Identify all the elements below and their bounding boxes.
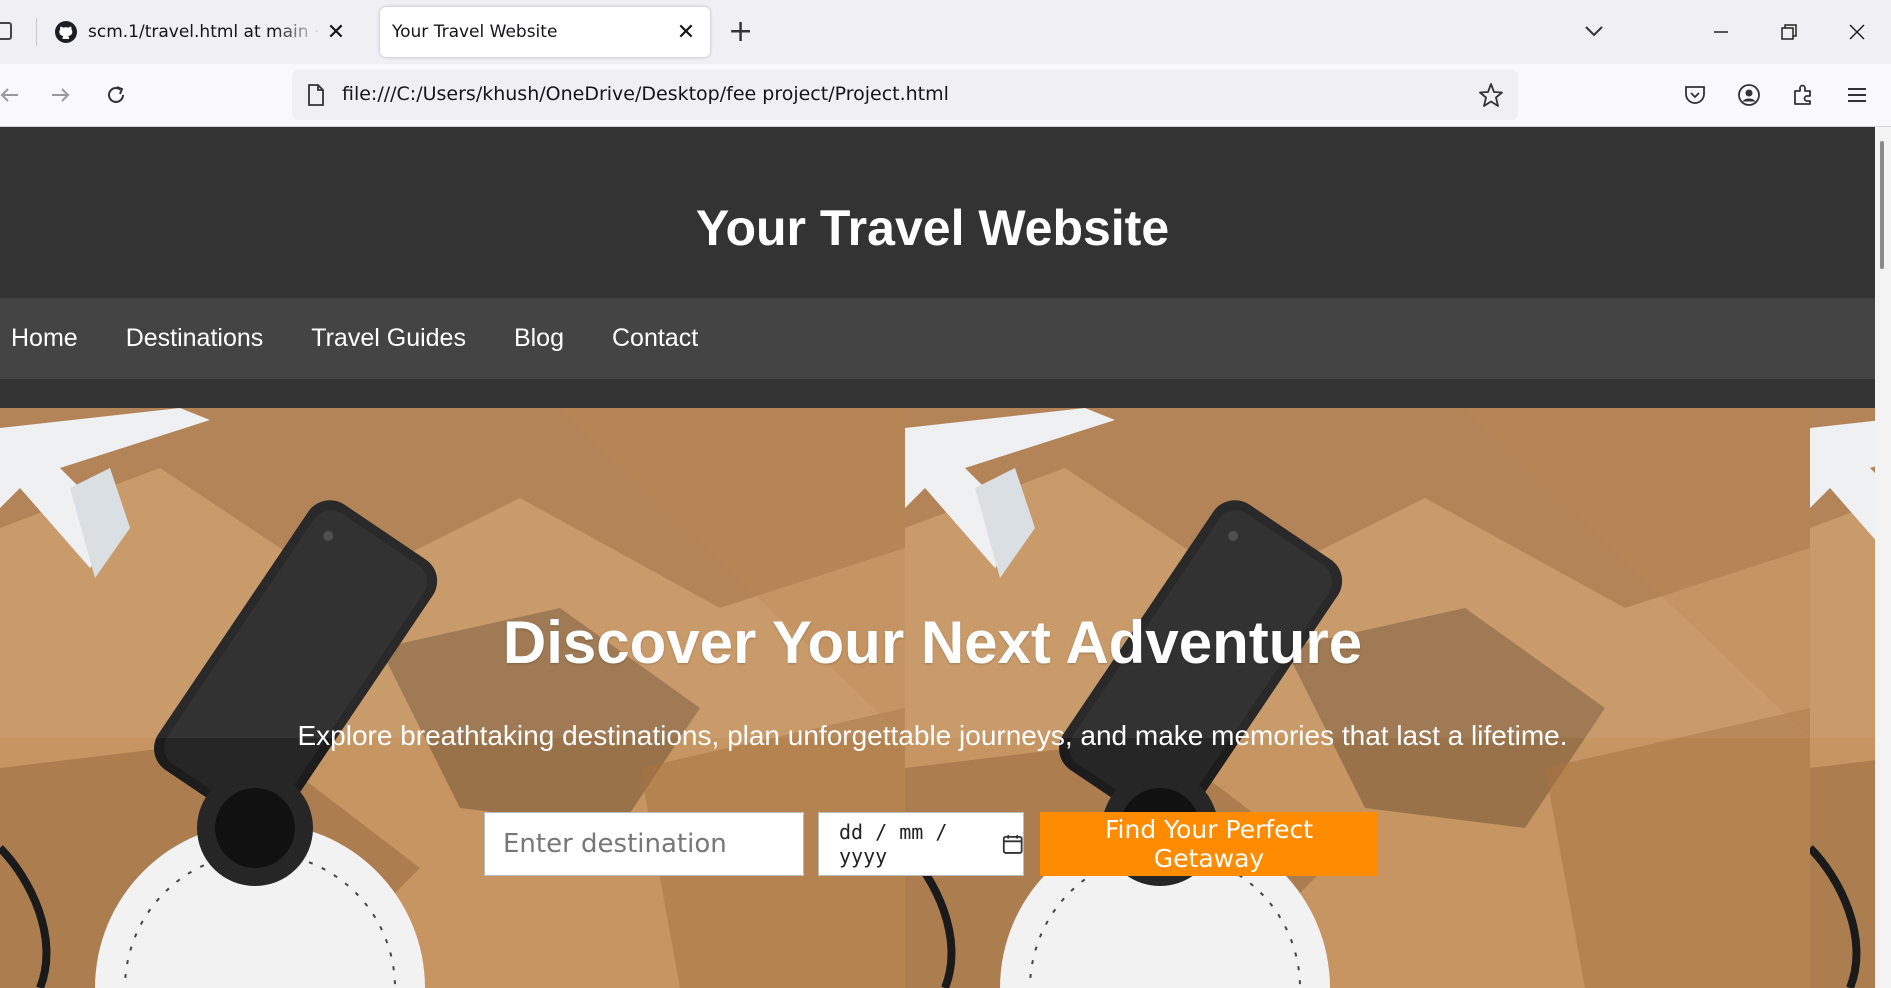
close-window-icon[interactable]: [1830, 12, 1884, 52]
restore-icon[interactable]: [1762, 12, 1816, 52]
minimize-icon[interactable]: [1694, 12, 1748, 52]
scrollbar-thumb[interactable]: [1880, 141, 1884, 269]
tab-travel-website[interactable]: Your Travel Website ✕: [380, 7, 710, 57]
forward-icon[interactable]: [46, 80, 76, 110]
navigation-toolbar: file:///C:/Users/khush/OneDrive/Desktop/…: [0, 64, 1891, 127]
calendar-icon[interactable]: [1002, 832, 1023, 856]
nav-link-blog[interactable]: Blog: [514, 324, 564, 353]
hero-section: Discover Your Next Adventure Explore bre…: [0, 408, 1875, 988]
address-bar[interactable]: file:///C:/Users/khush/OneDrive/Desktop/…: [292, 70, 1518, 120]
hero-background-image: [0, 408, 1875, 988]
find-getaway-button[interactable]: Find Your Perfect Getaway: [1040, 812, 1378, 876]
tab-bar: scm.1/travel.html at main · Khushi ✕ You…: [0, 0, 1891, 64]
page-viewport: Your Travel Website Home Destinations Tr…: [0, 127, 1891, 988]
pocket-icon[interactable]: [1680, 80, 1710, 110]
tab-github[interactable]: scm.1/travel.html at main · Khushi ✕: [40, 7, 360, 57]
site-nav: Home Destinations Travel Guides Blog Con…: [0, 298, 1875, 379]
page-icon: [308, 84, 324, 106]
page-scrollbar[interactable]: [1875, 127, 1891, 988]
nav-link-travel-guides[interactable]: Travel Guides: [311, 324, 466, 353]
tab-title: Your Travel Website: [392, 22, 558, 42]
tab-title: scm.1/travel.html at main · Khushi: [88, 22, 322, 42]
bookmark-star-icon[interactable]: [1478, 82, 1504, 108]
close-tab-icon[interactable]: ✕: [322, 18, 350, 46]
search-form: dd / mm / yyyy Find Your Perfect Getaway: [484, 812, 1378, 876]
hero-title: Discover Your Next Adventure: [502, 609, 1363, 676]
close-tab-icon[interactable]: ✕: [672, 18, 700, 46]
account-icon[interactable]: [1734, 80, 1764, 110]
firefox-view-icon[interactable]: [0, 22, 12, 40]
nav-link-contact[interactable]: Contact: [612, 324, 698, 353]
url-text[interactable]: file:///C:/Users/khush/OneDrive/Desktop/…: [342, 83, 949, 105]
back-icon[interactable]: [0, 80, 24, 110]
chevron-down-icon[interactable]: [1583, 20, 1605, 42]
reload-icon[interactable]: [101, 80, 131, 110]
new-tab-icon[interactable]: +: [728, 16, 753, 48]
tab-separator: [36, 18, 37, 46]
site-title: Your Travel Website: [695, 200, 1170, 256]
nav-link-home[interactable]: Home: [11, 324, 78, 353]
hero-subtitle: Explore breathtaking destinations, plan …: [297, 720, 1568, 751]
destination-input[interactable]: [484, 812, 804, 876]
extensions-icon[interactable]: [1788, 80, 1818, 110]
github-icon: [55, 21, 77, 43]
date-input[interactable]: dd / mm / yyyy: [818, 812, 1024, 876]
nav-link-destinations[interactable]: Destinations: [126, 324, 264, 353]
site-header: Your Travel Website Home Destinations Tr…: [0, 127, 1875, 408]
menu-icon[interactable]: [1842, 80, 1872, 110]
date-placeholder: dd / mm / yyyy: [839, 820, 948, 868]
